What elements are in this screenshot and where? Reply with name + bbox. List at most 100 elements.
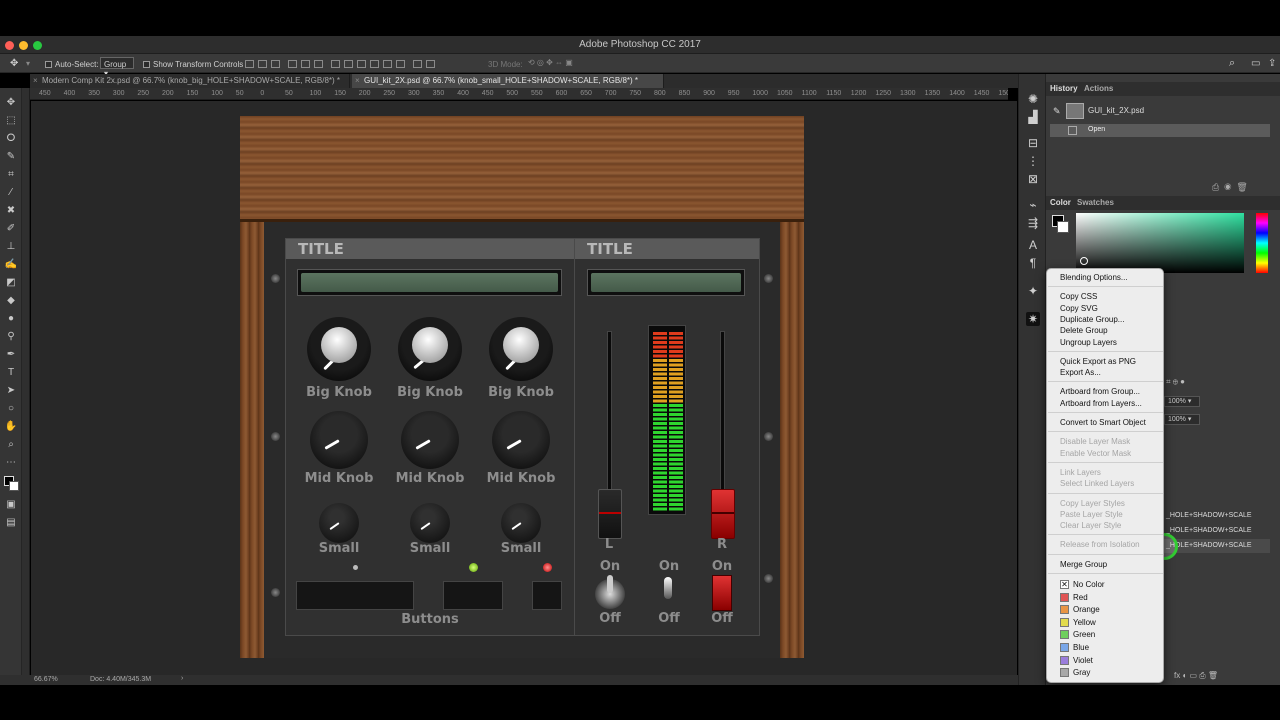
auto-select-checkbox[interactable]: Auto-Select: [45, 60, 99, 69]
healing-tool-icon[interactable]: ✖ [4, 205, 18, 217]
tab-history[interactable]: History [1050, 84, 1078, 93]
libraries-icon[interactable]: ⊠ [1026, 172, 1040, 186]
clone-source-icon[interactable]: ⇶ [1026, 216, 1040, 230]
paragraph-icon[interactable]: ¶ [1026, 256, 1040, 270]
properties-icon[interactable]: ⊟ [1026, 136, 1040, 150]
chevron-down-icon[interactable]: ▾ [26, 59, 30, 68]
color-swatch[interactable]: ✕ [1060, 580, 1069, 589]
menu-item[interactable]: Ungroup Layers [1060, 337, 1117, 348]
type-tool-icon[interactable]: T [4, 367, 18, 379]
lever-switch[interactable] [664, 577, 672, 599]
menu-item[interactable]: Delete Group [1060, 325, 1108, 336]
tab-color[interactable]: Color [1050, 198, 1071, 207]
close-icon[interactable]: × [355, 74, 360, 88]
color-label-item[interactable]: Green [1073, 629, 1095, 640]
brush-settings-icon[interactable]: ⌁ [1026, 198, 1040, 212]
align-buttons[interactable] [243, 59, 437, 68]
paint-bucket-icon[interactable]: ◆ [4, 295, 18, 307]
tab-actions[interactable]: Actions [1084, 84, 1113, 93]
big-knob[interactable] [307, 317, 371, 381]
medium-button[interactable] [443, 581, 503, 610]
eyedropper-tool-icon[interactable]: ⁄ [4, 187, 18, 199]
wide-button[interactable] [296, 581, 414, 610]
color-swatch[interactable] [1060, 592, 1069, 602]
stamp-tool-icon[interactable]: ⊥ [4, 241, 18, 253]
background-color-swatch[interactable] [1057, 221, 1069, 233]
color-label-item[interactable]: Red [1073, 592, 1088, 603]
fill-field[interactable]: 100% ▾ [1164, 414, 1200, 425]
brush-tool-icon[interactable]: ✐ [4, 223, 18, 235]
small-button[interactable] [532, 581, 562, 610]
move-tool-icon[interactable]: ✥ [4, 97, 18, 109]
fader-right[interactable] [711, 489, 735, 539]
close-icon[interactable]: × [33, 74, 38, 88]
color-label-item[interactable]: Gray [1073, 667, 1090, 678]
path-select-icon[interactable]: ➤ [4, 385, 18, 397]
big-knob[interactable] [398, 317, 462, 381]
menu-item[interactable]: Merge Group [1060, 559, 1107, 570]
crop-tool-icon[interactable]: ⌗ [4, 169, 18, 181]
tab-modern-comp-kit[interactable]: × Modern Comp Kit 2x.psd @ 66.7% (knob_bi… [30, 74, 350, 88]
mid-knob[interactable] [492, 411, 550, 469]
color-label-item[interactable]: Yellow [1073, 617, 1096, 628]
small-knob[interactable] [319, 503, 359, 543]
menu-item[interactable]: Export As... [1060, 367, 1101, 378]
color-swatch[interactable] [1060, 617, 1069, 627]
color-swatch[interactable] [1060, 668, 1069, 678]
glyph-icon[interactable]: ✦ [1026, 284, 1040, 298]
show-transform-controls-checkbox[interactable]: Show Transform Controls [143, 60, 243, 69]
quick-mask-icon[interactable]: ▣ [4, 499, 18, 511]
mid-knob[interactable] [401, 411, 459, 469]
history-snapshot[interactable]: ✎ GUI_kit_2X.psd [1050, 101, 1270, 123]
menu-item[interactable]: Artboard from Layers... [1060, 398, 1142, 409]
blur-tool-icon[interactable]: ● [4, 313, 18, 325]
layers-footer-buttons[interactable]: fx ◐ ▭ ⎙ 🗑 [1174, 671, 1218, 681]
info-icon[interactable]: ⋮ [1026, 154, 1040, 168]
lasso-tool-icon[interactable]: ⵔ [4, 133, 18, 145]
more-tools-icon[interactable]: ⋯ [4, 457, 18, 469]
share-icon[interactable]: ⇪ [1268, 58, 1276, 69]
hue-slider[interactable] [1256, 213, 1268, 273]
menu-item[interactable]: Quick Export as PNG [1060, 356, 1136, 367]
menu-item[interactable]: Copy CSS [1060, 291, 1097, 302]
color-swatch[interactable] [1060, 655, 1069, 665]
color-label-item[interactable]: Blue [1073, 642, 1089, 653]
move-tool-icon[interactable]: ✥ [10, 58, 18, 69]
screen-mode-icon[interactable]: ▤ [4, 517, 18, 529]
adjustments-icon[interactable]: ✺ [1026, 92, 1040, 106]
rocker-switch[interactable] [712, 575, 732, 611]
chevron-right-icon[interactable]: › [181, 675, 183, 682]
histogram-icon[interactable]: ▟ [1026, 110, 1040, 124]
3d-mode-icons[interactable]: ⟲ ◎ ✥ ⇔ ▣ [528, 58, 573, 67]
layer-row[interactable]: _HOLE+SHADOW+SCALE [1164, 509, 1270, 523]
eraser-tool-icon[interactable]: ◩ [4, 277, 18, 289]
big-knob[interactable] [489, 317, 553, 381]
document-canvas[interactable]: TITLE Big Knob Big Knob Big Knob Mid Kno… [240, 116, 804, 658]
marquee-tool-icon[interactable]: ⬚ [4, 115, 18, 127]
3d-icon[interactable]: ✷ [1026, 312, 1040, 326]
dodge-tool-icon[interactable]: ⚲ [4, 331, 18, 343]
menu-item[interactable]: Copy SVG [1060, 303, 1098, 314]
menu-item[interactable]: Convert to Smart Object [1060, 417, 1146, 428]
opacity-field[interactable]: 100% ▾ [1164, 396, 1200, 407]
auto-select-dropdown[interactable]: Group ▾ [100, 57, 134, 78]
zoom-tool-icon[interactable]: ⌕ [4, 439, 18, 451]
layer-row[interactable]: _HOLE+SHADOW+SCALE [1164, 524, 1270, 538]
tab-gui-kit[interactable]: × GUI_kit_2X.psd @ 66.7% (knob_small_HOLE… [352, 74, 664, 88]
color-label-item[interactable]: Violet [1073, 655, 1093, 666]
menu-item[interactable]: Duplicate Group... [1060, 314, 1124, 325]
history-state-open[interactable]: Open [1050, 124, 1270, 137]
layer-filter-icons[interactable]: ⌗ ⊕ ● [1166, 377, 1185, 387]
color-picker-field[interactable] [1076, 213, 1244, 273]
character-icon[interactable]: A [1026, 238, 1040, 252]
color-swatch[interactable] [1060, 605, 1069, 615]
search-icon[interactable]: ⌕ [1229, 57, 1235, 70]
menu-item[interactable]: Artboard from Group... [1060, 386, 1140, 397]
workspace-icon[interactable]: ▭ [1251, 58, 1260, 69]
tab-swatches[interactable]: Swatches [1077, 198, 1114, 207]
history-panel-actions[interactable]: ⎙ ◉ 🗑 [1212, 182, 1248, 193]
history-brush-icon[interactable]: ✍ [4, 259, 18, 271]
color-swatch[interactable] [1060, 643, 1069, 652]
color-label-item[interactable]: Orange [1073, 604, 1100, 615]
hand-tool-icon[interactable]: ✋ [4, 421, 18, 433]
